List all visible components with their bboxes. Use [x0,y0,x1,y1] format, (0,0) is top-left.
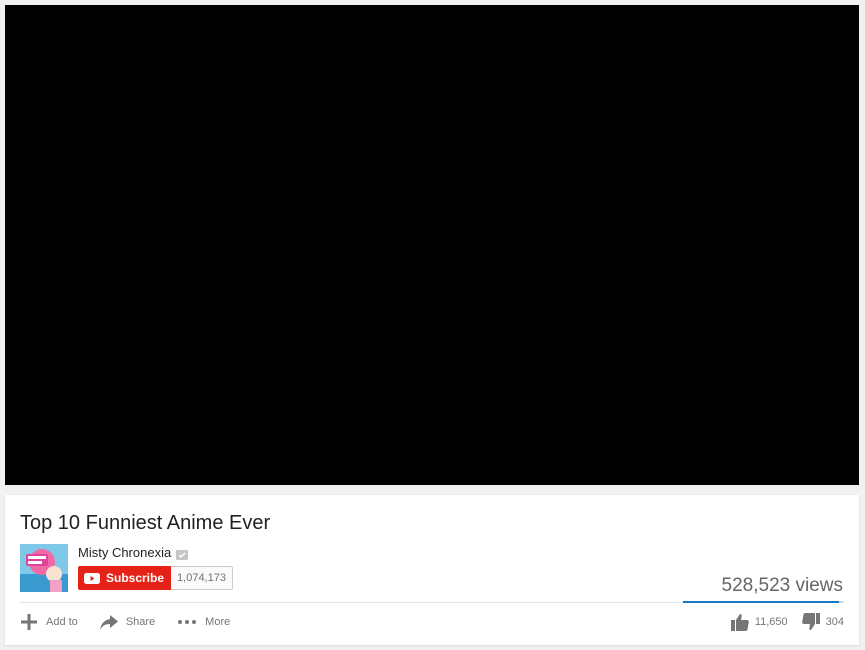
add-to-label: Add to [46,616,78,628]
share-arrow-icon [99,615,118,630]
sentiment-like-fill [683,601,839,603]
subscribe-button[interactable]: Subscribe [78,566,172,590]
like-dislike-group: 11,650 304 [730,612,844,632]
plus-icon [21,614,37,630]
view-count: 528,523 views [721,575,843,596]
subscriber-count: 1,074,173 [171,566,233,590]
more-dots-icon [178,620,197,624]
sentiment-bar [683,601,843,603]
thumbs-down-icon [801,613,820,630]
share-button[interactable]: Share [99,614,156,630]
subscribe-label: Subscribe [106,571,165,585]
dislike-count: 304 [825,616,844,628]
dislike-button[interactable]: 304 [801,613,844,631]
share-label: Share [125,616,156,628]
video-player[interactable] [5,5,859,485]
like-button[interactable]: 11,650 [730,613,788,631]
more-label: More [205,616,231,628]
add-to-button[interactable]: Add to [20,613,78,631]
video-info-card: Top 10 Funniest Anime Ever Misty Chronex… [5,495,859,645]
video-title: Top 10 Funniest Anime Ever [20,512,271,534]
youtube-play-icon [84,572,100,584]
verified-badge-icon [176,547,189,560]
channel-avatar[interactable] [20,544,68,592]
channel-row: Misty Chronexia [78,544,189,560]
action-bar: Add to Share More [20,612,252,632]
subscribe-group: Subscribe 1,074,173 [78,566,233,590]
channel-name[interactable]: Misty Chronexia [78,545,171,560]
thumbs-up-icon [730,614,749,631]
more-button[interactable]: More [177,616,230,628]
like-count: 11,650 [754,616,788,628]
